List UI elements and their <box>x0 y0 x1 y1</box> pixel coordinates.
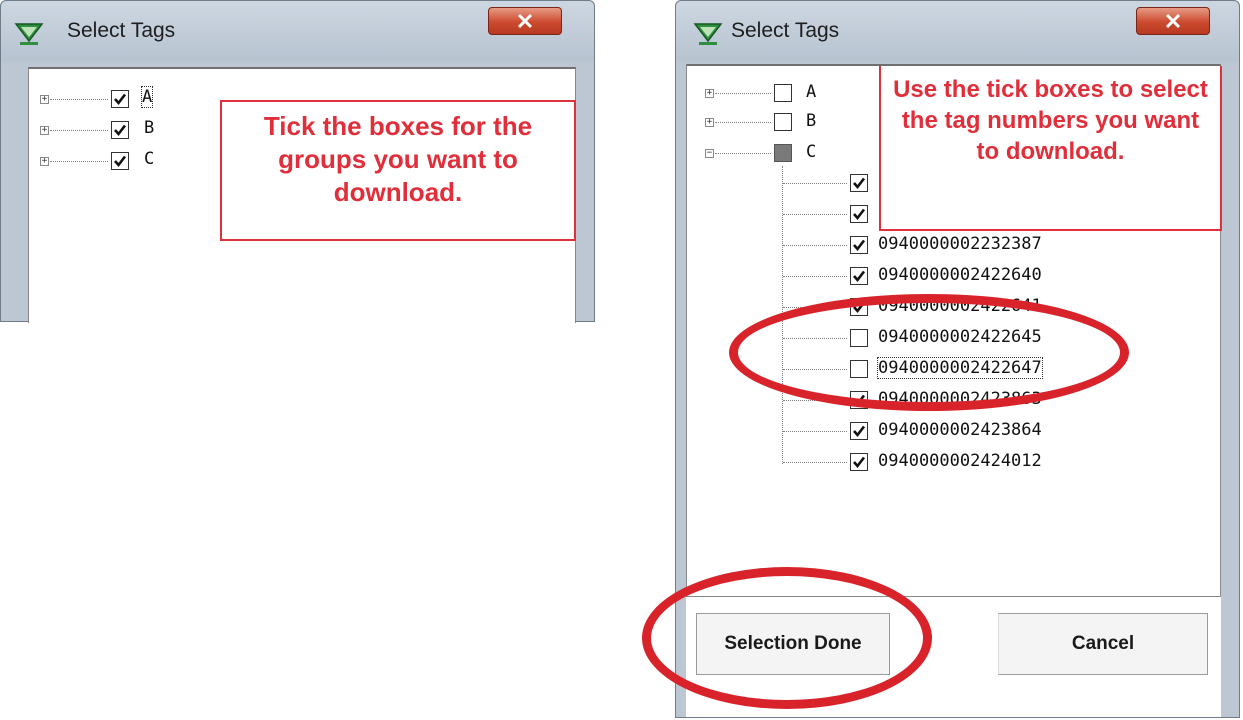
tree-label-c: C <box>144 149 155 169</box>
tag-label: 0940000002422640 <box>878 265 1042 285</box>
check-icon <box>114 124 127 137</box>
tag-label: 0940000002422645 <box>878 327 1042 347</box>
close-icon <box>1165 13 1181 29</box>
app-logo-icon <box>14 23 44 45</box>
instruction-callout: Tick the boxes for the groups you want t… <box>220 100 576 241</box>
checkbox-a[interactable] <box>111 90 129 108</box>
right-tag-tree[interactable]: + A + B − C 0940000002232387 09400000024… <box>686 64 1222 597</box>
tag-label: 0940000002422641 <box>878 296 1042 316</box>
check-icon <box>114 155 127 168</box>
window-title: Select Tags <box>67 19 176 42</box>
tag-checkbox[interactable] <box>850 391 868 409</box>
tree-node-b[interactable]: + B <box>29 118 229 140</box>
tag-checkbox[interactable] <box>850 205 868 223</box>
expand-icon[interactable]: + <box>40 157 49 166</box>
tree-label-b: B <box>144 118 155 138</box>
selection-done-button[interactable]: Selection Done <box>696 613 890 675</box>
tag-checkbox[interactable] <box>850 174 868 192</box>
tag-label: 0940000002424012 <box>878 451 1042 471</box>
tag-label: 0940000002232387 <box>878 234 1042 254</box>
check-icon <box>853 239 866 252</box>
check-icon <box>853 394 866 407</box>
tag-row[interactable]: 0940000002424012 <box>687 451 1117 473</box>
tree-label-a: A <box>806 82 817 102</box>
right-select-tags-window: Select Tags + A + B − C 0940000002232387… <box>675 0 1240 718</box>
tree-node-a[interactable]: + A <box>29 86 229 109</box>
check-icon <box>853 177 866 190</box>
right-title-bar[interactable]: Select Tags <box>676 1 1239 61</box>
tag-checkbox[interactable] <box>850 453 868 471</box>
left-select-tags-window: Select Tags + A + B + C Tick the boxes f… <box>0 0 595 323</box>
expand-icon[interactable]: + <box>705 118 714 127</box>
tag-row[interactable]: 0940000002423864 <box>687 420 1117 442</box>
checkbox-a[interactable] <box>774 84 792 102</box>
tag-row[interactable]: 0940000002423863 <box>687 389 1117 411</box>
check-icon <box>853 208 866 221</box>
collapse-icon[interactable]: − <box>705 149 714 158</box>
checkbox-c[interactable] <box>111 152 129 170</box>
tree-node-a[interactable]: + A <box>687 82 887 104</box>
left-tag-tree[interactable]: + A + B + C Tick the boxes for the group… <box>28 67 576 323</box>
tag-checkbox[interactable] <box>850 236 868 254</box>
window-title: Select Tags <box>731 19 840 42</box>
checkbox-b[interactable] <box>774 113 792 131</box>
check-icon <box>853 270 866 283</box>
tag-label: 0940000002422647 <box>877 357 1043 379</box>
check-icon <box>114 93 127 106</box>
close-button[interactable] <box>1136 7 1210 35</box>
tag-row[interactable]: 0940000002232387 <box>687 234 1117 256</box>
tag-row[interactable]: 0940000002422647 <box>687 357 1117 380</box>
app-logo-icon <box>693 23 723 45</box>
tag-row[interactable]: 0940000002422640 <box>687 265 1117 287</box>
tag-row[interactable]: 0940000002422645 <box>687 327 1117 349</box>
tag-checkbox[interactable] <box>850 267 868 285</box>
tag-checkbox[interactable] <box>850 360 868 378</box>
tag-label: 0940000002423863 <box>878 389 1042 409</box>
left-title-bar[interactable]: Select Tags <box>1 1 594 61</box>
instruction-callout: Use the tick boxes to select the tag num… <box>879 66 1222 231</box>
tree-node-b[interactable]: + B <box>687 111 887 133</box>
tree-label-a: A <box>140 86 154 108</box>
tag-checkbox[interactable] <box>850 298 868 316</box>
tag-checkbox[interactable] <box>850 329 868 347</box>
check-icon <box>853 425 866 438</box>
checkbox-c[interactable] <box>774 144 792 162</box>
button-bar: Selection Done Cancel <box>686 597 1221 717</box>
expand-icon[interactable]: + <box>40 126 49 135</box>
tree-node-c[interactable]: + C <box>29 149 229 171</box>
close-icon <box>517 13 533 29</box>
tag-row[interactable]: 0940000002422641 <box>687 296 1117 318</box>
checkbox-b[interactable] <box>111 121 129 139</box>
expand-icon[interactable]: + <box>705 89 714 98</box>
check-icon <box>853 301 866 314</box>
tree-label-b: B <box>806 111 817 131</box>
tree-node-c[interactable]: − C <box>687 142 887 164</box>
close-button[interactable] <box>488 7 562 35</box>
tree-label-c: C <box>806 142 817 162</box>
cancel-button[interactable]: Cancel <box>998 613 1208 675</box>
check-icon <box>853 456 866 469</box>
tag-label: 0940000002423864 <box>878 420 1042 440</box>
expand-icon[interactable]: + <box>40 95 49 104</box>
tag-checkbox[interactable] <box>850 422 868 440</box>
